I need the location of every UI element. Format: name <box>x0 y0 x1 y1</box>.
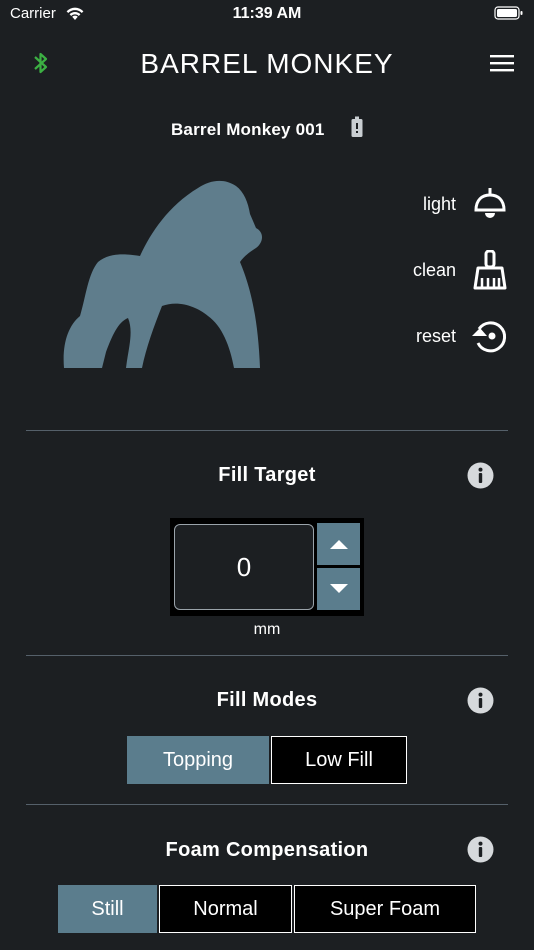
triangle-down-icon <box>329 584 348 593</box>
device-name: Barrel Monkey 001 <box>170 119 325 139</box>
divider <box>26 804 508 805</box>
brush-icon[interactable] <box>470 250 510 290</box>
hamburger-menu-icon[interactable] <box>489 53 515 78</box>
increment-button[interactable] <box>317 523 360 565</box>
reset-icon[interactable] <box>470 316 510 356</box>
status-battery-icon <box>494 5 524 26</box>
clean-label: clean <box>412 259 456 280</box>
decrement-button[interactable] <box>317 568 360 610</box>
fill-modes-title: Fill Modes <box>216 689 318 711</box>
light-action[interactable]: light <box>423 184 510 224</box>
foam-compensation-segmented-control: Still Normal Super Foam <box>58 885 476 933</box>
fill-target-unit: mm <box>253 621 281 638</box>
nav-bar: BARREL MONKEY <box>0 40 534 86</box>
device-header: Barrel Monkey 001 <box>0 116 534 144</box>
gorilla-logo <box>58 176 268 377</box>
foam-still[interactable]: Still <box>58 885 157 933</box>
fill-target-info-icon[interactable] <box>467 462 494 494</box>
foam-compensation-info-icon[interactable] <box>467 836 494 868</box>
fill-mode-low-fill[interactable]: Low Fill <box>271 736 407 784</box>
clean-action[interactable]: clean <box>413 250 510 290</box>
status-bar: Carrier 11:39 AM <box>0 0 534 30</box>
foam-normal[interactable]: Normal <box>159 885 292 933</box>
foam-super-foam[interactable]: Super Foam <box>294 885 476 933</box>
battery-icon <box>351 116 363 143</box>
fill-mode-topping[interactable]: Topping <box>127 736 269 784</box>
status-time: 11:39 AM <box>232 5 302 22</box>
divider <box>26 430 508 431</box>
fill-target-title: Fill Target <box>218 464 316 486</box>
light-label: light <box>422 193 456 214</box>
reset-label: reset <box>415 325 456 346</box>
app-title: BARREL MONKEY <box>140 48 394 79</box>
triangle-up-icon <box>329 540 348 549</box>
fill-modes-info-icon[interactable] <box>467 687 494 719</box>
fill-target-stepper: 0 <box>170 518 364 616</box>
foam-compensation-title: Foam Compensation <box>165 839 369 861</box>
reset-action[interactable]: reset <box>416 316 510 356</box>
fill-target-input[interactable]: 0 <box>174 524 314 610</box>
lamp-icon[interactable] <box>470 184 510 224</box>
fill-modes-segmented-control: Topping Low Fill <box>127 736 407 784</box>
divider <box>26 655 508 656</box>
